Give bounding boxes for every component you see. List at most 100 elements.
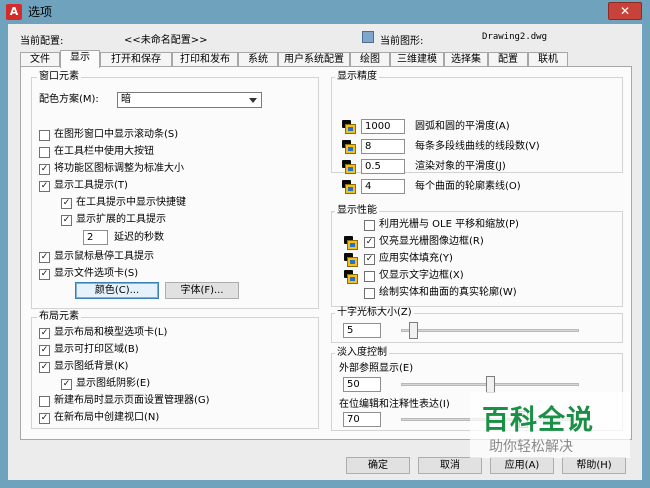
current-profile-label: 当前配置: (20, 36, 64, 47)
ribbon-icon-size-label: 将功能区图标调整为标准大小 (54, 163, 184, 174)
color-scheme-value: 暗 (121, 94, 131, 105)
text-boundary-label: 仅显示文字边框(X) (379, 270, 464, 281)
delay-seconds-label: 延迟的秒数 (114, 232, 164, 243)
watermark-title: 百科全说 (482, 405, 594, 436)
delay-seconds-input[interactable]: 2 (83, 230, 108, 245)
tab-display[interactable]: 显示 (60, 50, 100, 68)
rollover-tooltips-label: 显示鼠标悬停工具提示 (54, 251, 154, 262)
current-profile-value: <<未命名配置>> (124, 35, 208, 46)
autocad-logo-icon: A (6, 4, 22, 20)
paper-shadow-checkbox[interactable]: ✓ (61, 379, 72, 390)
large-buttons-checkbox[interactable] (39, 147, 50, 158)
tooltip-shortcut-checkbox[interactable]: ✓ (61, 198, 72, 209)
highlight-raster-frame-label: 仅亮显光栅图像边框(R) (379, 236, 484, 247)
true-silhouettes-checkbox[interactable] (364, 288, 375, 299)
crosshair-slider-track[interactable] (401, 329, 579, 332)
xref-fade-input[interactable]: 50 (343, 377, 381, 392)
large-buttons-label: 在工具栏中使用大按钮 (54, 146, 154, 157)
tab-profiles[interactable]: 配置 (488, 52, 528, 67)
saved-in-drawing-icon (343, 269, 359, 285)
saved-in-drawing-icon (341, 119, 357, 135)
saved-in-drawing-icon (343, 252, 359, 268)
contour-lines-label: 每个曲面的轮廓素线(O) (415, 181, 521, 192)
display-tab-panel: 窗口元素 配色方案(M): 暗 在图形窗口中显示滚动条(S) 在工具栏中使用大按… (20, 66, 632, 440)
polyline-segments-input[interactable]: 8 (361, 139, 405, 154)
extended-tooltips-label: 显示扩展的工具提示 (76, 214, 166, 225)
crosshair-slider-thumb[interactable] (409, 322, 419, 339)
arc-smoothness-label: 圆弧和圆的平滑度(A) (415, 121, 510, 132)
apply-button[interactable]: 应用(A) (490, 457, 554, 474)
create-viewport-label: 在新布局中创建视口(N) (54, 412, 160, 423)
show-tooltips-label: 显示工具提示(T) (54, 180, 128, 191)
layout-model-tabs-label: 显示布局和模型选项卡(L) (54, 327, 168, 338)
scrollbars-label: 在图形窗口中显示滚动条(S) (54, 129, 179, 140)
printable-area-checkbox[interactable]: ✓ (39, 345, 50, 356)
title-bar[interactable]: A 选项 ✕ (0, 0, 650, 24)
raster-ole-pan-checkbox[interactable] (364, 220, 375, 231)
inplace-fade-input[interactable]: 70 (343, 412, 381, 427)
window-title: 选项 (28, 5, 53, 19)
tab-plot-publish[interactable]: 打印和发布 (172, 52, 238, 67)
rendered-smoothness-input[interactable]: 0.5 (361, 159, 405, 174)
xref-fade-slider-thumb[interactable] (485, 376, 495, 393)
close-button[interactable]: ✕ (608, 2, 642, 20)
page-setup-manager-checkbox[interactable] (39, 396, 50, 407)
color-scheme-select[interactable]: 暗 (117, 92, 262, 108)
show-tooltips-checkbox[interactable]: ✓ (39, 181, 50, 192)
tab-online[interactable]: 联机 (528, 52, 568, 67)
ok-button[interactable]: 确定 (346, 457, 410, 474)
solid-fill-checkbox[interactable]: ✓ (364, 254, 375, 265)
page-setup-manager-label: 新建布局时显示页面设置管理器(G) (54, 395, 210, 406)
layout-elements-title: 布局元素 (37, 311, 81, 323)
saved-in-drawing-icon (343, 235, 359, 251)
rollover-tooltips-checkbox[interactable]: ✓ (39, 252, 50, 263)
tab-drafting[interactable]: 绘图 (350, 52, 390, 67)
inplace-edit-label: 在位编辑和注释性表达(I) (339, 399, 450, 410)
extended-tooltips-checkbox[interactable]: ✓ (61, 215, 72, 226)
tab-files[interactable]: 文件 (20, 52, 60, 67)
cancel-button[interactable]: 取消 (418, 457, 482, 474)
window-elements-title: 窗口元素 (37, 71, 81, 83)
create-viewport-checkbox[interactable]: ✓ (39, 413, 50, 424)
true-silhouettes-label: 绘制实体和曲面的真实轮廓(W) (379, 287, 517, 298)
fade-control-title: 淡入度控制 (335, 347, 389, 359)
paper-background-checkbox[interactable]: ✓ (39, 362, 50, 373)
layout-model-tabs-checkbox[interactable]: ✓ (39, 328, 50, 339)
scrollbars-checkbox[interactable] (39, 130, 50, 141)
fonts-button[interactable]: 字体(F)... (165, 282, 239, 299)
ribbon-icon-size-checkbox[interactable]: ✓ (39, 164, 50, 175)
help-button[interactable]: 帮助(H) (562, 457, 626, 474)
arc-smoothness-input[interactable]: 1000 (361, 119, 405, 134)
color-scheme-label: 配色方案(M): (39, 94, 99, 105)
current-drawing-value: Drawing2.dwg (482, 32, 548, 42)
crosshair-size-input[interactable]: 5 (343, 323, 381, 338)
saved-in-drawing-icon (341, 179, 357, 195)
display-resolution-title: 显示精度 (335, 71, 379, 83)
display-performance-title: 显示性能 (335, 205, 379, 217)
xref-display-label: 外部参照显示(E) (339, 363, 414, 374)
options-dialog: A 选项 ✕ 当前配置: <<未命名配置>> 当前图形: Drawing2.dw… (0, 0, 650, 488)
colors-button[interactable]: 颜色(C)... (75, 282, 159, 299)
current-drawing-label: 当前图形: (380, 36, 424, 47)
solid-fill-label: 应用实体填充(Y) (379, 253, 453, 264)
printable-area-label: 显示可打印区域(B) (54, 344, 139, 355)
contour-lines-input[interactable]: 4 (361, 179, 405, 194)
file-tabs-checkbox[interactable]: ✓ (39, 269, 50, 280)
tooltip-shortcut-label: 在工具提示中显示快捷键 (76, 197, 186, 208)
text-boundary-checkbox[interactable] (364, 271, 375, 282)
drawing-file-icon (362, 31, 374, 43)
tab-open-save[interactable]: 打开和保存 (100, 52, 172, 67)
saved-in-drawing-icon (341, 139, 357, 155)
tab-selection[interactable]: 选择集 (444, 52, 488, 67)
tab-system[interactable]: 系统 (238, 52, 278, 67)
tab-3d-modeling[interactable]: 三维建模 (390, 52, 444, 67)
watermark-subtitle: 助你轻松解决 (489, 439, 573, 455)
raster-ole-pan-label: 利用光栅与 OLE 平移和缩放(P) (379, 219, 519, 230)
tab-user-preferences[interactable]: 用户系统配置 (278, 52, 350, 67)
crosshair-size-title: 十字光标大小(Z) (335, 307, 414, 319)
saved-in-drawing-icon (341, 159, 357, 175)
paper-background-label: 显示图纸背景(K) (54, 361, 129, 372)
chevron-down-icon (249, 98, 257, 103)
highlight-raster-frame-checkbox[interactable]: ✓ (364, 237, 375, 248)
rendered-smoothness-label: 渲染对象的平滑度(J) (415, 161, 506, 172)
